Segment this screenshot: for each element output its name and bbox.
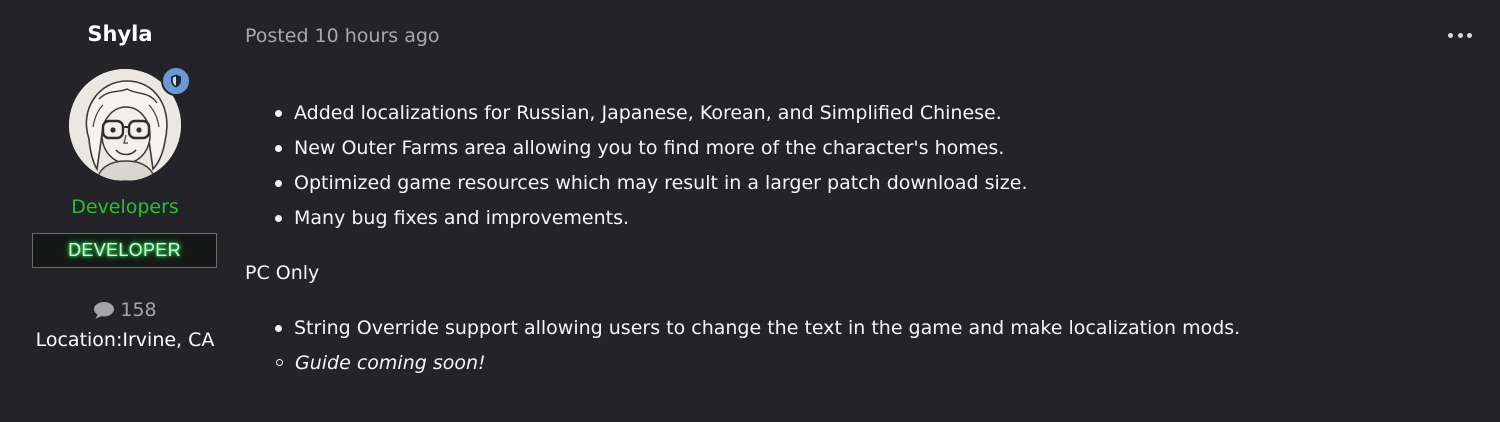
post-count-value: 158 — [120, 299, 157, 321]
list-item: Many bug fixes and improvements. — [275, 201, 1445, 236]
user-group: Developers — [71, 196, 179, 218]
ellipsis-icon[interactable] — [1448, 26, 1472, 44]
list-item: Added localizations for Russian, Japanes… — [275, 96, 1445, 131]
menu-dot — [1467, 32, 1472, 38]
sub-list-item: Guide coming soon! — [276, 346, 1445, 381]
post-timestamp[interactable]: Posted 10 hours ago — [245, 25, 440, 47]
moderator-badge — [161, 66, 191, 96]
location-value: Irvine, CA — [122, 329, 215, 351]
menu-dot — [1448, 32, 1453, 38]
rank-badge: DEVELOPER — [32, 233, 217, 268]
changelog-list: Added localizations for Russian, Japanes… — [245, 96, 1445, 236]
menu-dot — [1457, 32, 1463, 38]
author-name-link[interactable]: Shyla — [20, 22, 220, 46]
section-heading: PC Only — [245, 262, 320, 284]
location-label: Location: — [35, 329, 123, 351]
location: Location:Irvine, CA — [20, 329, 230, 351]
pc-sub-list: Guide coming soon! — [245, 346, 1445, 381]
post-count: 158 — [20, 299, 230, 321]
list-item: Optimized game resources which may resul… — [275, 166, 1445, 201]
shield-icon — [171, 74, 181, 88]
forum-post: Shyla Developers DEVELOPER 158 Location:… — [0, 0, 1500, 422]
avatar-container[interactable] — [69, 66, 191, 181]
list-item: String Override support allowing users t… — [275, 311, 1445, 346]
post-content: Added localizations for Russian, Japanes… — [245, 96, 1445, 381]
pc-changelog-list: String Override support allowing users t… — [245, 311, 1445, 346]
list-item: New Outer Farms area allowing you to fin… — [275, 131, 1445, 166]
speech-bubble-icon — [94, 302, 115, 319]
